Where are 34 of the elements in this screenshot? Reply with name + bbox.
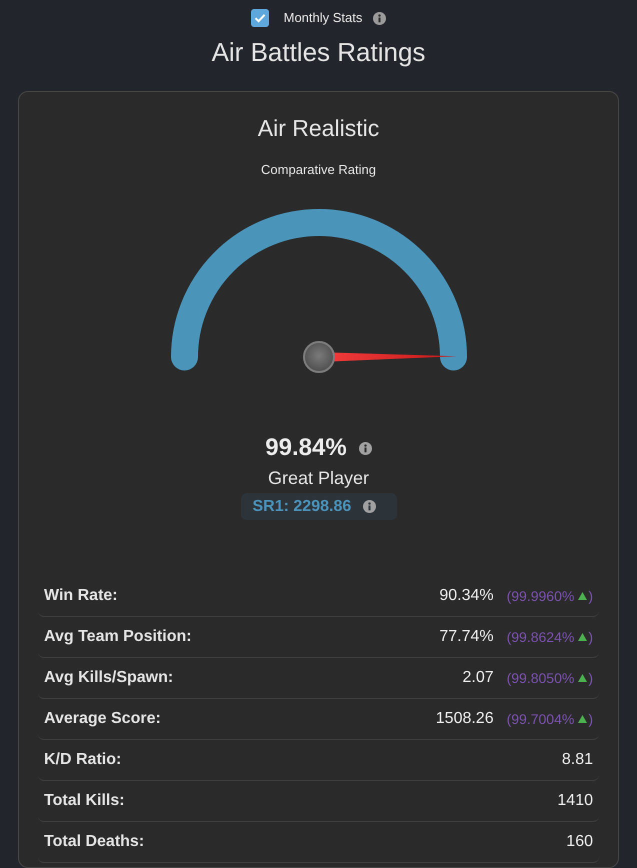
stat-value: 90.34% — [439, 586, 494, 606]
checkbox[interactable] — [250, 9, 269, 27]
stat-label: Win Rate: — [44, 586, 118, 606]
stat-value: 77.74% — [439, 627, 494, 647]
percentile-text: (99.9960% — [506, 586, 574, 606]
percentile-text: (99.8624% — [506, 628, 574, 647]
closing-parenthesis: ) — [588, 668, 593, 688]
percentile-text: (99.7004% — [506, 710, 574, 729]
sr-rating: SR1: 2298.86 — [252, 496, 352, 516]
info-icon[interactable] — [373, 12, 386, 24]
info-icon[interactable] — [363, 500, 376, 513]
stat-label: Avg Kills/Spawn: — [44, 668, 174, 688]
page-title: Air Battles Ratings — [212, 36, 426, 68]
rating-percentage: 99.84% — [265, 433, 347, 463]
closing-parenthesis: ) — [588, 586, 593, 606]
stat-label: Average Score: — [44, 709, 161, 729]
stat-value: 1508.26 — [436, 709, 494, 729]
closing-parenthesis: ) — [588, 710, 593, 729]
card-title: Air Realistic — [258, 114, 380, 142]
stat-label: Total Deaths: — [44, 832, 144, 852]
stat-value: 2.07 — [462, 668, 494, 688]
stat-label: Total Kills: — [44, 791, 125, 811]
stat-label: Avg Team Position: — [44, 627, 192, 647]
stat-value: 1410 — [557, 791, 593, 811]
closing-parenthesis: ) — [588, 628, 593, 647]
rank-label: Great Player — [268, 467, 370, 490]
info-icon[interactable] — [358, 442, 372, 454]
checkbox-label[interactable]: Monthly Stats — [284, 9, 362, 27]
stat-label: K/D Ratio: — [44, 750, 122, 770]
card-subtitle: Comparative Rating — [261, 161, 376, 179]
gauge-hub — [302, 341, 334, 373]
percentile-text: (99.8050% — [506, 668, 574, 688]
stat-value: 8.81 — [562, 750, 593, 770]
stat-value: 160 — [566, 832, 593, 852]
